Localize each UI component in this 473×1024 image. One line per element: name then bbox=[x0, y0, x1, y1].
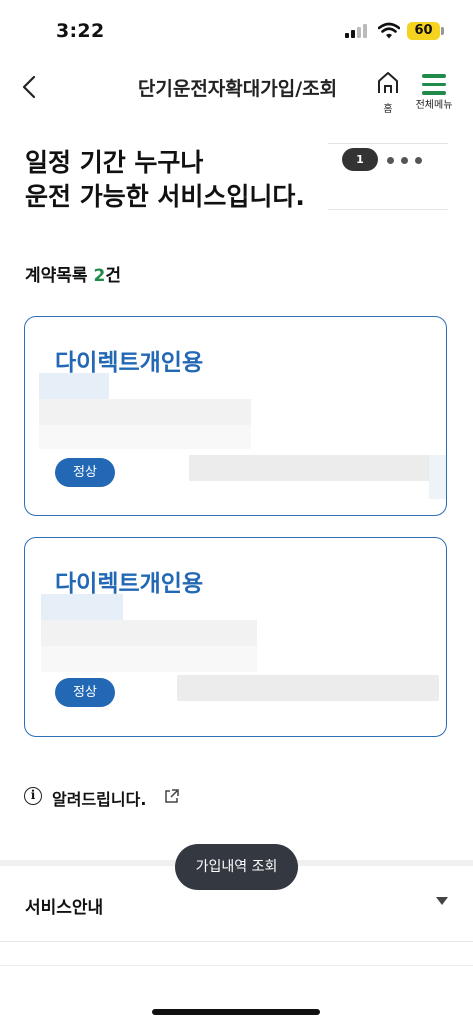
home-button[interactable]: 홈 bbox=[372, 70, 404, 115]
notice-label: 알려드립니다. bbox=[52, 790, 147, 809]
menu-label: 전체메뉴 bbox=[415, 100, 453, 111]
contracts-heading: 계약목록 2건 bbox=[25, 261, 121, 286]
redacted-info bbox=[39, 399, 251, 425]
contract-product-name: 다이렉트개인용 bbox=[55, 571, 204, 597]
wifi-icon bbox=[378, 22, 400, 39]
contract-product-name: 다이렉트개인용 bbox=[55, 350, 204, 376]
divider bbox=[0, 965, 473, 966]
page-title: 단기운전자확대가입/조회 bbox=[137, 78, 338, 100]
carousel-page-badge[interactable]: 1 bbox=[342, 148, 378, 171]
service-info-label: 서비스안내 bbox=[25, 898, 104, 918]
contracts-count: 2 bbox=[93, 266, 106, 286]
divider bbox=[328, 143, 448, 144]
status-time: 3:22 bbox=[56, 20, 105, 42]
home-label: 홈 bbox=[383, 104, 393, 115]
redacted-info bbox=[189, 455, 433, 481]
more-dots-icon[interactable] bbox=[386, 150, 426, 170]
info-icon: i bbox=[24, 787, 42, 805]
battery-icon: 60 bbox=[407, 22, 440, 40]
hero-line-1: 일정 기간 누구나 bbox=[25, 148, 204, 177]
external-link-icon bbox=[165, 789, 179, 803]
hero-text: 일정 기간 누구나 운전 가능한 서비스입니다. bbox=[25, 146, 305, 214]
home-icon bbox=[378, 72, 398, 93]
redacted-info bbox=[177, 675, 439, 701]
hamburger-icon bbox=[408, 70, 460, 96]
subscription-history-button[interactable]: 가입내역 조회 bbox=[175, 844, 298, 890]
redacted-info bbox=[429, 455, 446, 499]
divider bbox=[328, 209, 448, 210]
home-indicator[interactable] bbox=[152, 1009, 320, 1015]
status-badge: 정상 bbox=[55, 458, 115, 487]
redacted-info bbox=[39, 425, 251, 449]
status-badge: 정상 bbox=[55, 678, 115, 707]
hero-line-2: 운전 가능한 서비스입니다. bbox=[25, 182, 305, 211]
contract-card[interactable]: 다이렉트개인용 정상 bbox=[24, 537, 447, 737]
full-menu-button[interactable]: 전체메뉴 bbox=[408, 70, 460, 114]
redacted-info bbox=[39, 373, 109, 399]
back-chevron-icon[interactable] bbox=[18, 72, 42, 102]
redacted-info bbox=[41, 620, 257, 646]
cellular-signal-icon bbox=[345, 24, 369, 38]
contracts-heading-prefix: 계약목록 bbox=[25, 266, 94, 286]
contract-card[interactable]: 다이렉트개인용 정상 bbox=[24, 316, 447, 516]
redacted-info bbox=[41, 594, 123, 620]
redacted-info bbox=[41, 646, 257, 672]
caret-down-icon bbox=[436, 897, 448, 905]
contracts-heading-suffix: 건 bbox=[105, 266, 121, 286]
battery-cap bbox=[441, 27, 444, 35]
